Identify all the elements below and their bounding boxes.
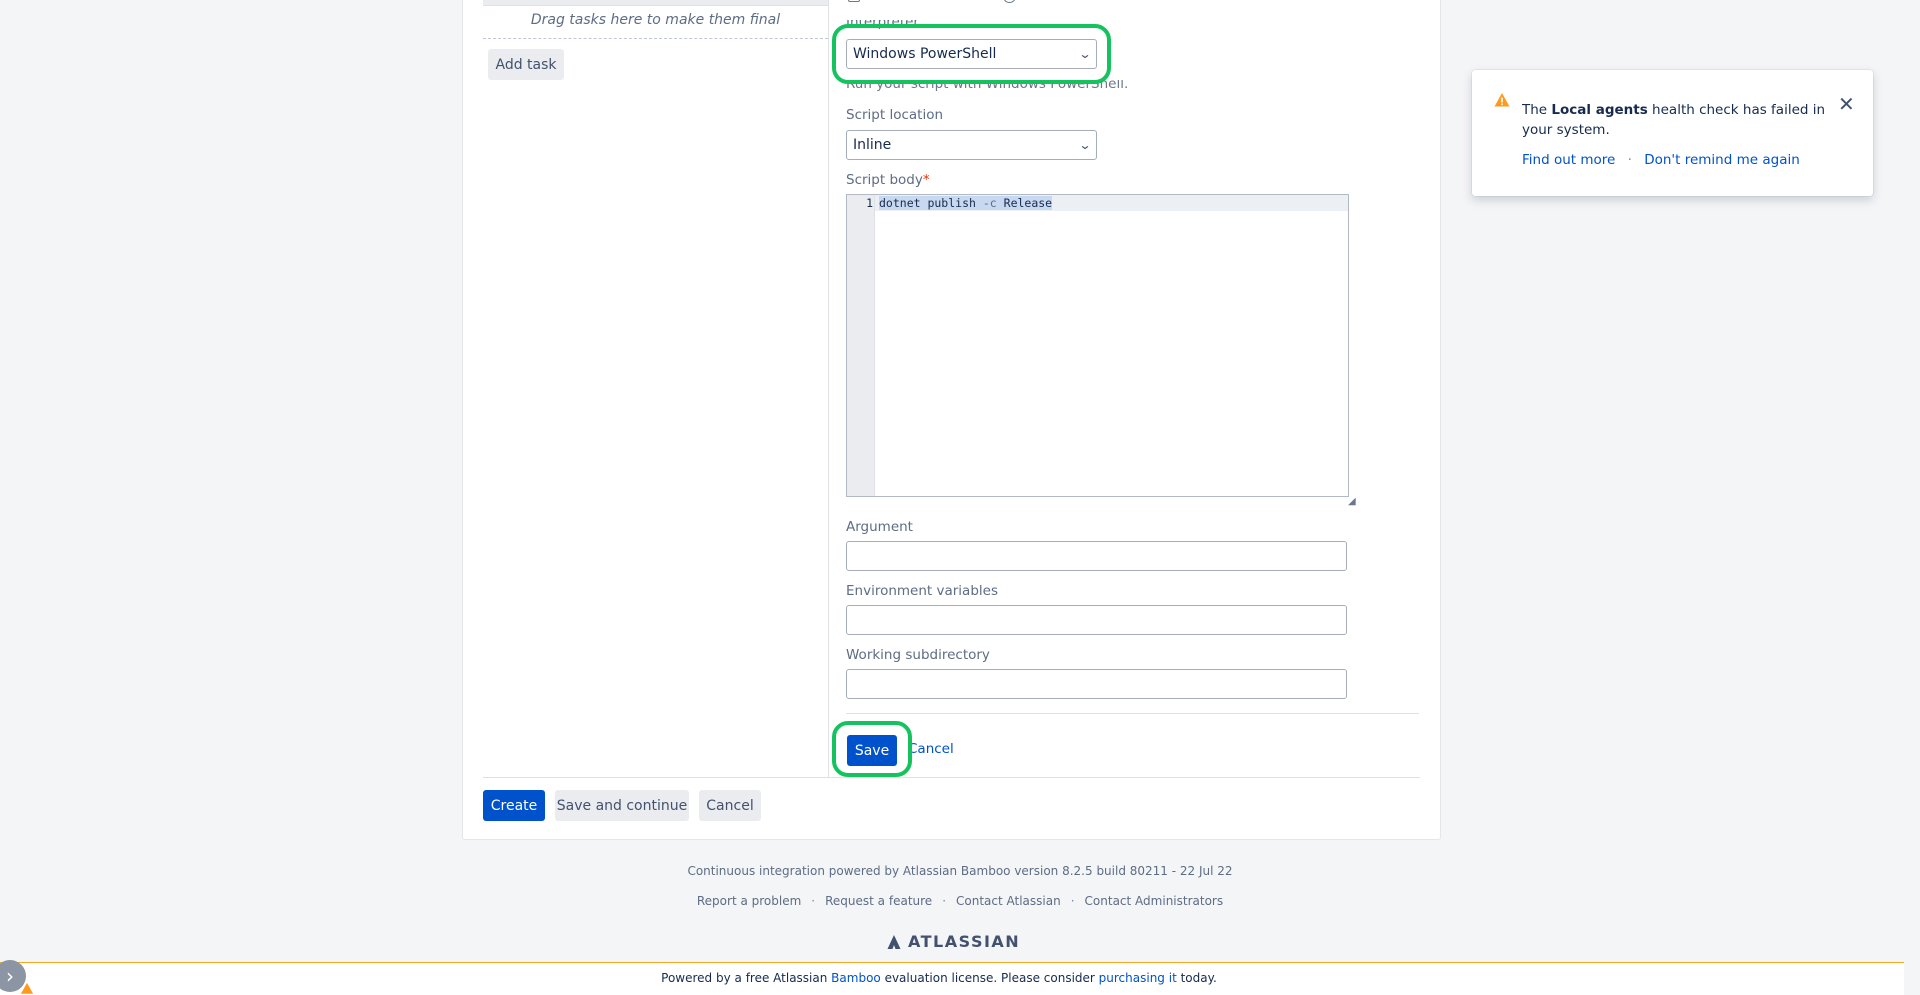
form-separator (846, 713, 1419, 714)
notification-separator: · (1627, 152, 1632, 168)
health-check-notification: The Local agents health check has failed… (1472, 70, 1873, 196)
notification-text-pre: The (1522, 102, 1552, 118)
license-text-pre: Powered by a free Atlassian (661, 971, 832, 985)
argument-label: Argument (846, 519, 913, 535)
page-scrollbar[interactable] (1904, 0, 1920, 995)
atlassian-logo-text: ATLASSIAN (908, 932, 1021, 951)
argument-input[interactable] (846, 541, 1347, 571)
final-tasks-header (483, 0, 828, 6)
footer-links: Report a problem · Request a feature · C… (0, 894, 1920, 908)
footer-links-row: Report a problem · Request a feature · C… (0, 894, 1920, 908)
license-text: Powered by a free Atlassian Bamboo evalu… (0, 971, 1878, 985)
working-subdir-label: Working subdirectory (846, 647, 990, 663)
code-command: dotnet publish (879, 196, 983, 210)
atlassian-logo-icon (887, 934, 901, 949)
resize-handle-icon[interactable]: ◢ (1348, 496, 1356, 507)
bamboo-link[interactable]: Bamboo (831, 971, 881, 985)
save-highlight (832, 721, 912, 777)
create-button[interactable]: Create (483, 790, 545, 821)
chevron-down-icon: ⌄ (1078, 138, 1092, 152)
script-body-label-text: Script body (846, 172, 923, 188)
required-marker: * (922, 172, 930, 188)
script-location-select[interactable]: Inline ⌄ (846, 130, 1097, 160)
env-vars-input[interactable] (846, 605, 1347, 635)
interpreter-highlight (832, 24, 1111, 84)
drag-final-dropzone: Drag tasks here to make them final (530, 12, 781, 28)
close-icon[interactable]: ✕ (1838, 92, 1855, 116)
cancel-button[interactable]: Cancel (699, 790, 761, 821)
notification-actions: Find out more · Don't remind me again (1522, 152, 1800, 168)
atlassian-logo[interactable]: ATLASSIAN (886, 932, 1020, 951)
footer-separator: · (811, 894, 816, 908)
license-text-mid: evaluation license. Please consider (880, 971, 1099, 985)
license-banner: Powered by a free Atlassian Bamboo evalu… (0, 962, 1904, 995)
dont-remind-link[interactable]: Don't remind me again (1644, 152, 1800, 168)
line-number: 1 (866, 196, 873, 210)
request-feature-link[interactable]: Request a feature (825, 894, 932, 908)
purchasing-link[interactable]: purchasing it (1099, 971, 1177, 985)
code-flag: -c (982, 196, 997, 210)
save-and-continue-button[interactable]: Save and continue (555, 790, 689, 821)
editor-gutter (847, 195, 875, 496)
warning-icon (20, 982, 34, 994)
script-code[interactable]: dotnet publish -c Release (879, 196, 1053, 210)
footer-separator: · (942, 894, 947, 908)
add-task-button[interactable]: Add task (488, 49, 564, 80)
working-subdir-input[interactable] (846, 669, 1347, 699)
script-location-label: Script location (846, 107, 944, 123)
main-separator (483, 777, 1420, 778)
find-out-more-link[interactable]: Find out more (1522, 152, 1615, 168)
script-location-selected-value: Inline (853, 137, 892, 153)
script-body-editor[interactable]: 1 dotnet publish -c Release (846, 194, 1349, 497)
contact-administrators-link[interactable]: Contact Administrators (1085, 894, 1224, 908)
checkbox-partial[interactable] (848, 0, 860, 2)
footer-separator: · (1070, 894, 1075, 908)
license-text-post: today. (1176, 971, 1217, 985)
notification-text-bold: Local agents (1551, 102, 1648, 118)
warning-icon (1494, 93, 1510, 107)
cancel-link[interactable]: Cancel (908, 741, 954, 757)
contact-atlassian-link[interactable]: Contact Atlassian (956, 894, 1061, 908)
env-vars-label: Environment variables (846, 583, 998, 599)
code-arg: Release (996, 196, 1053, 210)
dropzone-divider (483, 38, 828, 39)
report-problem-link[interactable]: Report a problem (697, 894, 801, 908)
footer-powered-text: Continuous integration powered by Atlass… (687, 864, 1233, 878)
notification-message: The Local agents health check has failed… (1522, 100, 1842, 140)
column-divider (828, 0, 829, 778)
script-body-label: Script body* (846, 172, 930, 188)
